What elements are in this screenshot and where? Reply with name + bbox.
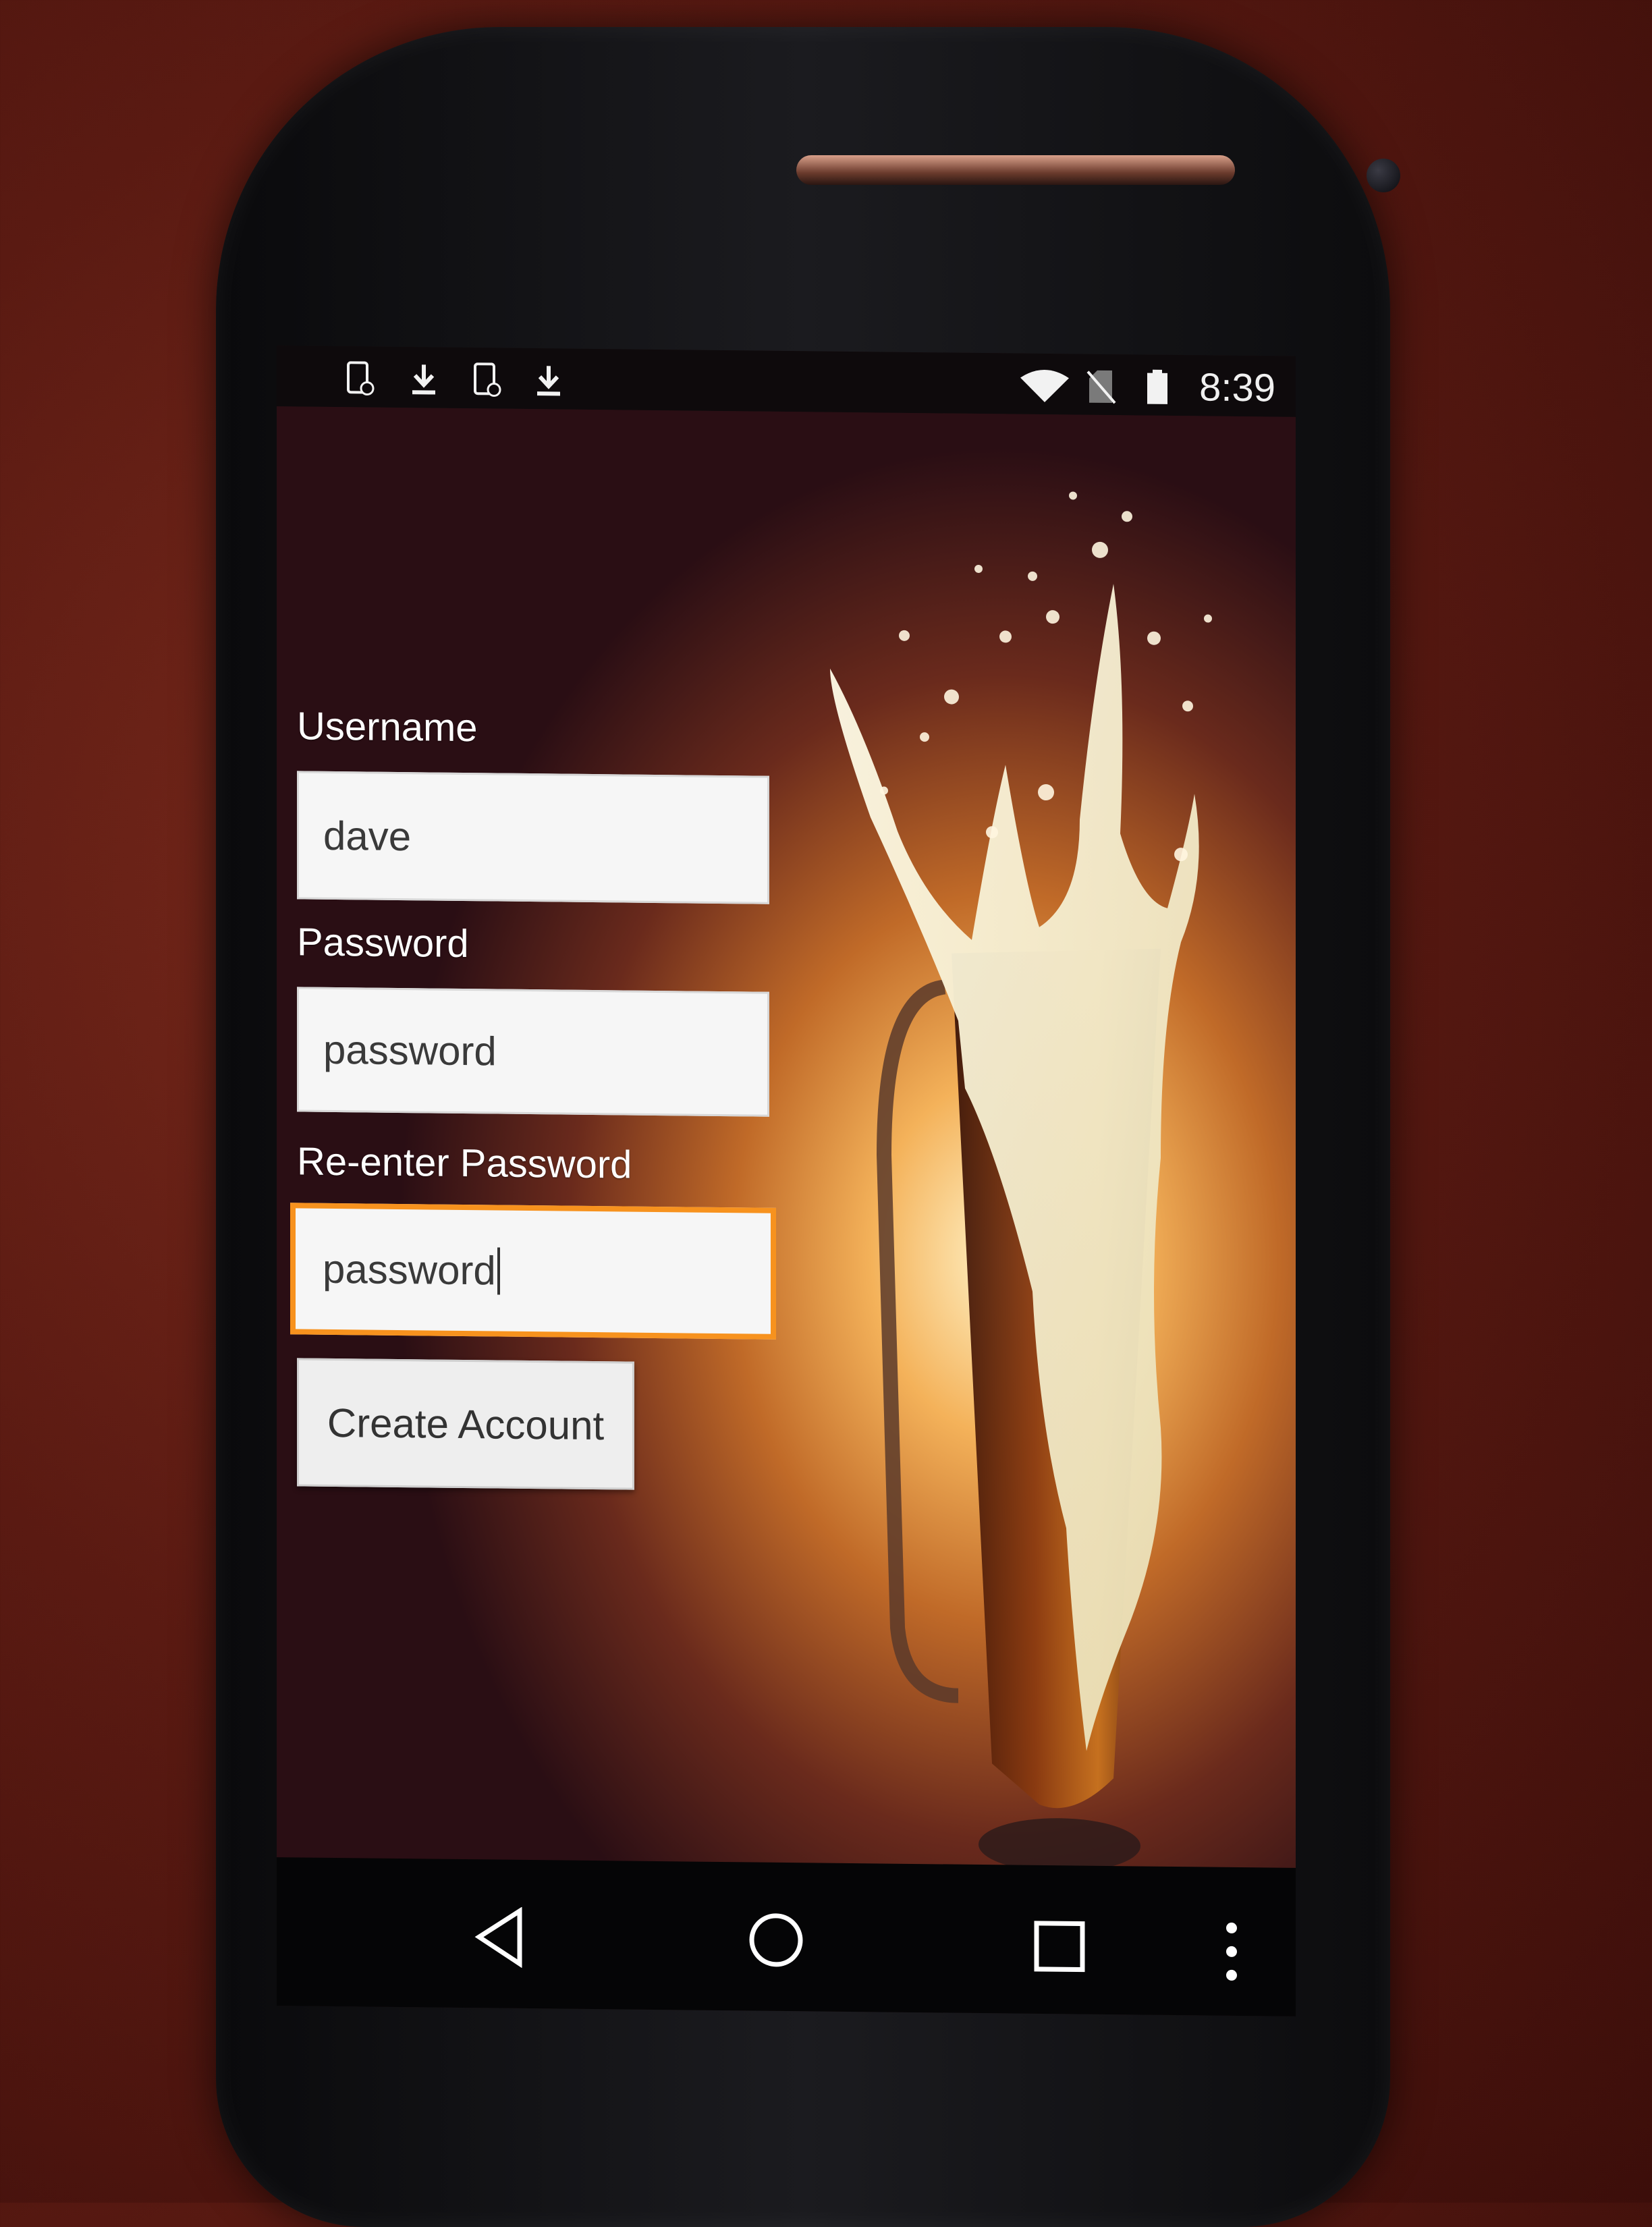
phone-sync-icon xyxy=(474,362,501,397)
back-icon[interactable] xyxy=(472,1906,526,1968)
home-icon[interactable] xyxy=(746,1909,806,1971)
password-input[interactable]: password xyxy=(297,987,769,1117)
download-icon xyxy=(537,366,560,396)
earpiece-speaker xyxy=(796,155,1235,185)
download-icon xyxy=(412,364,435,395)
navigation-bar xyxy=(277,1857,1296,2016)
app-content: Username dave Password password Re-enter… xyxy=(277,406,1296,2003)
reenter-password-label: Re-enter Password xyxy=(297,1139,632,1187)
status-time: 8:39 xyxy=(1199,365,1275,410)
username-value: dave xyxy=(323,813,412,859)
no-sim-icon xyxy=(1086,370,1116,404)
phone-screen: 8:39 Username dave Password password Re-… xyxy=(277,346,1296,2016)
battery-icon xyxy=(1147,369,1167,404)
recents-icon[interactable] xyxy=(1032,1919,1086,1974)
phone-sync-icon xyxy=(347,361,375,395)
create-account-button[interactable]: Create Account xyxy=(297,1358,634,1490)
username-input[interactable]: dave xyxy=(297,771,769,904)
front-camera xyxy=(1367,159,1400,192)
wifi-icon xyxy=(1020,370,1069,403)
password-label: Password xyxy=(297,920,469,966)
reenter-password-value: password xyxy=(323,1246,496,1294)
password-value: password xyxy=(323,1026,497,1074)
text-cursor xyxy=(497,1247,500,1295)
reenter-password-input[interactable]: password xyxy=(290,1203,776,1340)
status-bar: 8:39 xyxy=(277,346,1296,417)
username-label: Username xyxy=(297,704,478,750)
overflow-menu-icon[interactable] xyxy=(1221,1918,1242,1985)
